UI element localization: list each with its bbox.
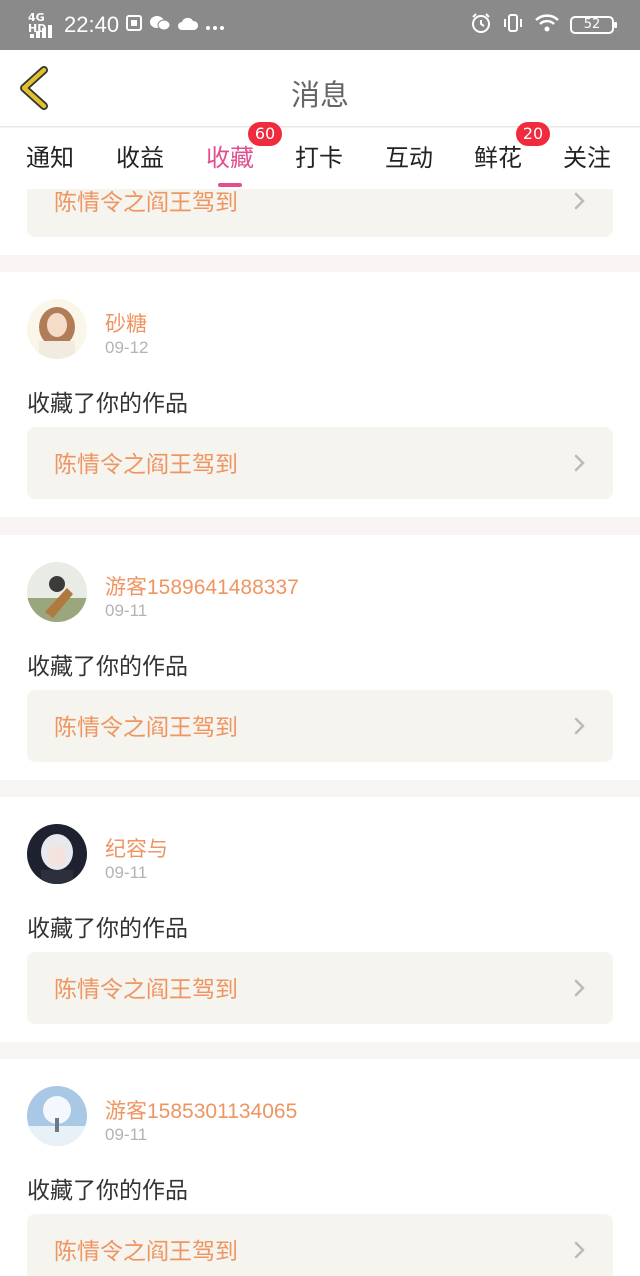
vibrate-icon bbox=[502, 12, 524, 38]
list-item: 游客1585301134065 09-11 收藏了你的作品 陈情令之阎王驾到 bbox=[0, 1059, 640, 1276]
action-text: 收藏了你的作品 bbox=[27, 916, 188, 942]
tab-checkin[interactable]: 打卡 bbox=[295, 138, 343, 173]
action-text: 收藏了你的作品 bbox=[27, 1178, 188, 1204]
username[interactable]: 砂糖 bbox=[105, 308, 147, 338]
page-title: 消息 bbox=[290, 78, 349, 112]
work-title: 陈情令之阎王驾到 bbox=[54, 977, 238, 1003]
work-link[interactable]: 陈情令之阎王驾到 bbox=[27, 952, 613, 1024]
chevron-right-icon bbox=[574, 192, 585, 210]
more-dots-icon bbox=[205, 16, 225, 35]
chevron-right-icon bbox=[574, 454, 585, 472]
tab-interaction[interactable]: 互动 bbox=[385, 138, 433, 173]
tab-label: 关注 bbox=[563, 144, 611, 172]
tab-notifications[interactable]: 通知 bbox=[26, 138, 74, 173]
timestamp: 09-11 bbox=[105, 863, 148, 882]
wechat-icon bbox=[149, 14, 171, 36]
list-item: 游客1589641488337 09-11 收藏了你的作品 陈情令之阎王驾到 bbox=[0, 535, 640, 780]
tab-label: 互动 bbox=[385, 144, 433, 172]
chevron-right-icon bbox=[574, 979, 585, 997]
work-link[interactable]: 陈情令之阎王驾到 bbox=[27, 690, 613, 762]
status-time: 22:40 bbox=[64, 12, 120, 37]
signal-icon bbox=[30, 25, 52, 38]
tab-bar: 通知 收益 收藏 60 打卡 互动 鲜花 20 关注 bbox=[0, 122, 640, 189]
action-text: 收藏了你的作品 bbox=[27, 391, 188, 417]
work-link[interactable]: 陈情令之阎王驾到 bbox=[27, 189, 613, 237]
cloud-icon bbox=[177, 15, 199, 35]
avatar-guqin-image bbox=[27, 562, 87, 622]
avatar-girl-image bbox=[27, 299, 87, 359]
username[interactable]: 纪容与 bbox=[105, 833, 168, 863]
active-tab-indicator bbox=[218, 183, 242, 187]
username[interactable]: 游客1589641488337 bbox=[105, 571, 299, 601]
alarm-icon bbox=[470, 12, 492, 38]
status-right: 52 bbox=[470, 8, 617, 42]
chevron-right-icon bbox=[574, 1241, 585, 1259]
list-item: 纪容与 09-11 收藏了你的作品 陈情令之阎王驾到 bbox=[0, 797, 640, 1042]
avatar[interactable] bbox=[27, 299, 87, 359]
chevron-right-icon bbox=[574, 717, 585, 735]
action-text: 收藏了你的作品 bbox=[27, 654, 188, 680]
tab-earnings[interactable]: 收益 bbox=[116, 138, 164, 173]
favorites-badge: 60 bbox=[248, 122, 282, 146]
status-left: 4G HD 22:40 bbox=[28, 8, 225, 42]
network-indicator: 4G HD bbox=[28, 10, 58, 40]
work-link[interactable]: 陈情令之阎王驾到 bbox=[27, 427, 613, 499]
timestamp: 09-12 bbox=[105, 338, 149, 357]
work-title: 陈情令之阎王驾到 bbox=[54, 190, 238, 216]
avatar-anime-image bbox=[27, 824, 87, 884]
tab-label: 鲜花 bbox=[474, 144, 522, 172]
work-title: 陈情令之阎王驾到 bbox=[54, 1239, 238, 1265]
work-title: 陈情令之阎王驾到 bbox=[54, 452, 238, 478]
battery-level: 52 bbox=[583, 17, 601, 32]
notification-list[interactable]: 陈情令之阎王驾到 砂糖 09-12 收藏了你的作品 陈情令之阎王驾到 游客158… bbox=[0, 189, 640, 1276]
tab-label: 收藏 bbox=[206, 144, 254, 172]
battery-indicator: 52 bbox=[570, 16, 617, 34]
tab-label: 打卡 bbox=[295, 144, 343, 172]
tab-flowers[interactable]: 鲜花 20 bbox=[474, 122, 550, 173]
sim-icon bbox=[125, 14, 143, 36]
list-item-partial: 陈情令之阎王驾到 bbox=[0, 189, 640, 255]
tab-label: 收益 bbox=[116, 144, 164, 172]
work-link[interactable]: 陈情令之阎王驾到 bbox=[27, 1214, 613, 1276]
app-header: 消息 bbox=[0, 50, 640, 127]
status-bar: 4G HD 22:40 52 bbox=[0, 0, 640, 50]
username[interactable]: 游客1585301134065 bbox=[105, 1095, 297, 1125]
timestamp: 09-11 bbox=[105, 601, 148, 620]
avatar-snow-tree-image bbox=[27, 1086, 87, 1146]
avatar[interactable] bbox=[27, 562, 87, 622]
tab-label: 通知 bbox=[26, 144, 74, 172]
flowers-badge: 20 bbox=[516, 122, 550, 146]
tab-favorites[interactable]: 收藏 60 bbox=[206, 122, 282, 187]
tab-follow[interactable]: 关注 bbox=[563, 138, 611, 173]
list-item: 砂糖 09-12 收藏了你的作品 陈情令之阎王驾到 bbox=[0, 272, 640, 517]
avatar[interactable] bbox=[27, 1086, 87, 1146]
avatar[interactable] bbox=[27, 824, 87, 884]
work-title: 陈情令之阎王驾到 bbox=[54, 715, 238, 741]
wifi-icon bbox=[534, 13, 560, 37]
timestamp: 09-11 bbox=[105, 1125, 148, 1144]
